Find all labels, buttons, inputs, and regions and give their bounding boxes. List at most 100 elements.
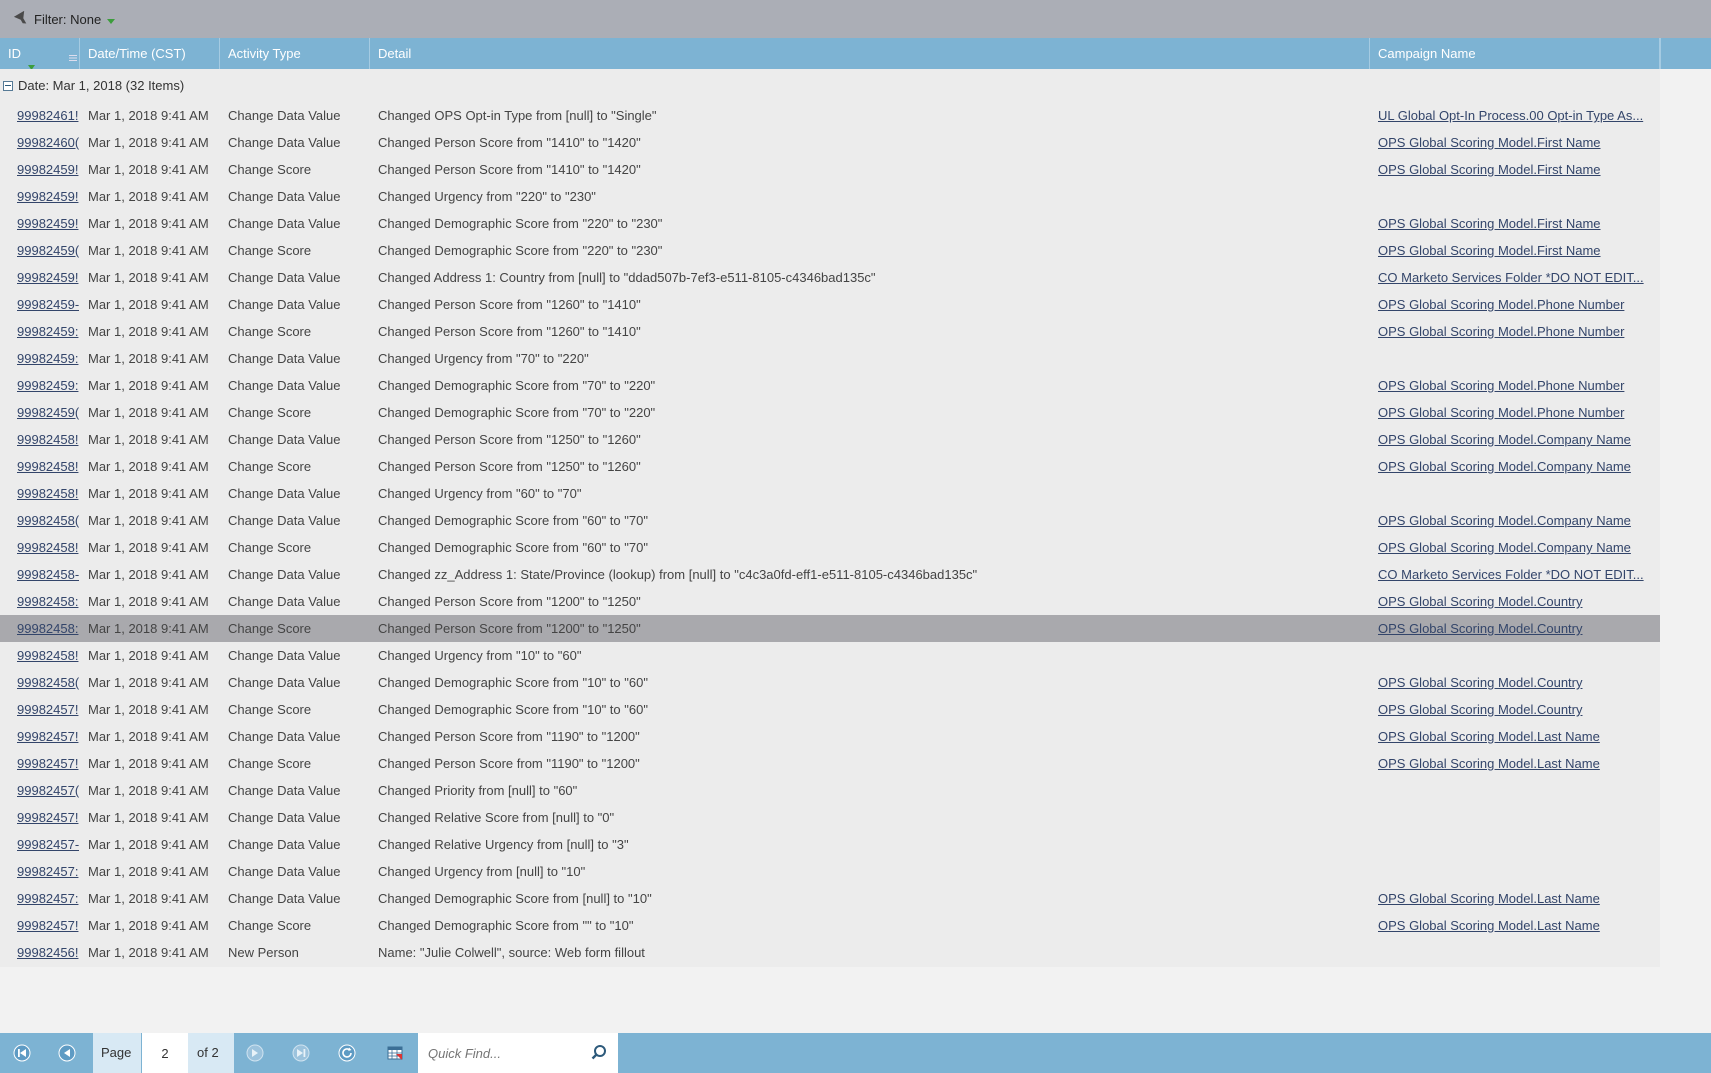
row-id-link[interactable]: 99982459: xyxy=(17,372,79,399)
row-campaign-link[interactable]: OPS Global Scoring Model.First Name xyxy=(1378,210,1650,237)
table-row[interactable]: 99982459! Mar 1, 2018 9:41 AM Change Data … xyxy=(0,210,1660,237)
table-row[interactable]: 99982461! Mar 1, 2018 9:41 AM Change Data … xyxy=(0,102,1660,129)
row-id-link[interactable]: 99982458- xyxy=(17,561,79,588)
table-row[interactable]: 99982456! Mar 1, 2018 9:41 AM New Person Na… xyxy=(0,939,1660,966)
chevron-down-icon[interactable] xyxy=(106,14,116,24)
row-id-link[interactable]: 99982459! xyxy=(17,210,79,237)
table-row[interactable]: 99982457! Mar 1, 2018 9:41 AM Change Data … xyxy=(0,723,1660,750)
prev-page-icon[interactable] xyxy=(58,1044,76,1062)
row-campaign-link[interactable]: OPS Global Scoring Model.Company Name xyxy=(1378,534,1650,561)
row-id-link[interactable]: 99982456! xyxy=(17,939,79,966)
funnel-icon[interactable] xyxy=(13,10,30,27)
row-id-link[interactable]: 99982460( xyxy=(17,129,79,156)
row-id-link[interactable]: 99982458( xyxy=(17,669,79,696)
row-campaign-link[interactable]: OPS Global Scoring Model.First Name xyxy=(1378,237,1650,264)
table-row[interactable]: 99982457: Mar 1, 2018 9:41 AM Change Data … xyxy=(0,885,1660,912)
row-campaign-link[interactable]: OPS Global Scoring Model.Last Name xyxy=(1378,723,1650,750)
row-id-link[interactable]: 99982458: xyxy=(17,588,79,615)
page-number-input[interactable] xyxy=(142,1033,188,1073)
table-row[interactable]: 99982458! Mar 1, 2018 9:41 AM Change Data … xyxy=(0,480,1660,507)
table-row[interactable]: 99982459: Mar 1, 2018 9:41 AM Change Data … xyxy=(0,345,1660,372)
row-id-link[interactable]: 99982459: xyxy=(17,345,79,372)
row-id-link[interactable]: 99982458( xyxy=(17,507,79,534)
row-id-link[interactable]: 99982459( xyxy=(17,399,79,426)
search-icon[interactable] xyxy=(590,1044,608,1062)
row-id-link[interactable]: 99982457- xyxy=(17,831,79,858)
row-campaign-link[interactable]: OPS Global Scoring Model.Country xyxy=(1378,615,1650,642)
column-header-date[interactable]: Date/Time (CST) xyxy=(80,38,220,69)
row-campaign-link[interactable]: OPS Global Scoring Model.First Name xyxy=(1378,156,1650,183)
table-row[interactable]: 99982459! Mar 1, 2018 9:41 AM Change Data … xyxy=(0,183,1660,210)
row-id-link[interactable]: 99982457( xyxy=(17,777,79,804)
table-row[interactable]: 99982458! Mar 1, 2018 9:41 AM Change Score… xyxy=(0,534,1660,561)
collapse-icon[interactable] xyxy=(3,80,13,91)
filter-label[interactable]: Filter: None xyxy=(34,12,101,27)
table-row[interactable]: 99982459(Mar 1, 2018 9:41 AM Change Score… xyxy=(0,237,1660,264)
table-row[interactable]: 99982458- Mar 1, 2018 9:41 AM Change Data … xyxy=(0,561,1660,588)
row-campaign-link[interactable]: UL Global Opt-In Process.00 Opt-in Type … xyxy=(1378,102,1650,129)
row-campaign-link[interactable]: OPS Global Scoring Model.Country xyxy=(1378,669,1650,696)
refresh-icon[interactable] xyxy=(338,1044,356,1062)
row-id-link[interactable]: 99982457! xyxy=(17,723,79,750)
table-row[interactable]: 99982457! Mar 1, 2018 9:41 AM Change Score… xyxy=(0,750,1660,777)
row-campaign-link[interactable]: OPS Global Scoring Model.Phone Number xyxy=(1378,399,1650,426)
table-row[interactable]: 99982459! Mar 1, 2018 9:41 AM Change Score… xyxy=(0,156,1660,183)
table-row[interactable]: 99982457! Mar 1, 2018 9:41 AM Change Score… xyxy=(0,696,1660,723)
table-row[interactable]: 99982459: Mar 1, 2018 9:41 AM Change Data … xyxy=(0,372,1660,399)
table-row[interactable]: 99982459(Mar 1, 2018 9:41 AM Change Score… xyxy=(0,399,1660,426)
row-id-link[interactable]: 99982457: xyxy=(17,858,79,885)
column-menu-icon[interactable] xyxy=(69,41,77,61)
table-row[interactable]: 99982458! Mar 1, 2018 9:41 AM Change Score… xyxy=(0,453,1660,480)
next-page-icon[interactable] xyxy=(246,1044,264,1062)
group-row[interactable]: Date: Mar 1, 2018 (32 Items) xyxy=(0,69,1660,102)
row-id-link[interactable]: 99982458! xyxy=(17,480,79,507)
row-campaign-link[interactable]: OPS Global Scoring Model.Country xyxy=(1378,588,1650,615)
row-campaign-link[interactable]: OPS Global Scoring Model.Phone Number xyxy=(1378,318,1650,345)
table-row[interactable]: 99982459- Mar 1, 2018 9:41 AM Change Data … xyxy=(0,291,1660,318)
column-header-campaign[interactable]: Campaign Name xyxy=(1370,38,1660,69)
row-campaign-link[interactable]: OPS Global Scoring Model.Phone Number xyxy=(1378,291,1650,318)
row-campaign-link[interactable]: CO Marketo Services Folder *DO NOT EDIT.… xyxy=(1378,264,1650,291)
table-row[interactable]: 99982459: Mar 1, 2018 9:41 AM Change Score… xyxy=(0,318,1660,345)
row-id-link[interactable]: 99982459- xyxy=(17,291,79,318)
table-row[interactable]: 99982457- Mar 1, 2018 9:41 AM Change Data … xyxy=(0,831,1660,858)
row-campaign-link[interactable]: OPS Global Scoring Model.Company Name xyxy=(1378,426,1650,453)
row-id-link[interactable]: 99982457! xyxy=(17,696,79,723)
row-id-link[interactable]: 99982459: xyxy=(17,318,79,345)
row-id-link[interactable]: 99982461! xyxy=(17,102,79,129)
table-row[interactable]: 99982457! Mar 1, 2018 9:41 AM Change Score… xyxy=(0,912,1660,939)
row-campaign-link[interactable]: OPS Global Scoring Model.First Name xyxy=(1378,129,1650,156)
row-id-link[interactable]: 99982458! xyxy=(17,534,79,561)
row-campaign-link[interactable]: OPS Global Scoring Model.Last Name xyxy=(1378,750,1650,777)
quick-find-input[interactable] xyxy=(418,1033,583,1073)
row-id-link[interactable]: 99982458! xyxy=(17,642,79,669)
table-row[interactable]: 99982458(Mar 1, 2018 9:41 AM Change Data … xyxy=(0,507,1660,534)
table-row[interactable]: 99982458: Mar 1, 2018 9:41 AM Change Score… xyxy=(0,615,1660,642)
table-row[interactable]: 99982458! Mar 1, 2018 9:41 AM Change Data … xyxy=(0,642,1660,669)
row-id-link[interactable]: 99982457! xyxy=(17,912,79,939)
table-row[interactable]: 99982458: Mar 1, 2018 9:41 AM Change Data … xyxy=(0,588,1660,615)
row-campaign-link[interactable]: OPS Global Scoring Model.Last Name xyxy=(1378,885,1650,912)
row-id-link[interactable]: 99982457: xyxy=(17,885,79,912)
row-id-link[interactable]: 99982458! xyxy=(17,453,79,480)
row-id-link[interactable]: 99982459( xyxy=(17,237,79,264)
row-campaign-link[interactable]: OPS Global Scoring Model.Company Name xyxy=(1378,507,1650,534)
last-page-icon[interactable] xyxy=(292,1044,310,1062)
row-campaign-link[interactable]: CO Marketo Services Folder *DO NOT EDIT.… xyxy=(1378,561,1650,588)
row-id-link[interactable]: 99982459! xyxy=(17,183,79,210)
first-page-icon[interactable] xyxy=(13,1044,31,1062)
row-campaign-link[interactable]: OPS Global Scoring Model.Phone Number xyxy=(1378,372,1650,399)
sort-desc-icon[interactable] xyxy=(27,51,35,71)
table-row[interactable]: 99982458(Mar 1, 2018 9:41 AM Change Data … xyxy=(0,669,1660,696)
column-header-id[interactable]: ID xyxy=(0,38,80,71)
table-row[interactable]: 99982460(Mar 1, 2018 9:41 AM Change Data … xyxy=(0,129,1660,156)
column-header-type[interactable]: Activity Type xyxy=(220,38,370,69)
row-id-link[interactable]: 99982457! xyxy=(17,750,79,777)
row-id-link[interactable]: 99982459! xyxy=(17,264,79,291)
export-icon[interactable] xyxy=(386,1044,404,1062)
row-id-link[interactable]: 99982458! xyxy=(17,426,79,453)
row-campaign-link[interactable]: OPS Global Scoring Model.Country xyxy=(1378,696,1650,723)
row-campaign-link[interactable]: OPS Global Scoring Model.Company Name xyxy=(1378,453,1650,480)
table-row[interactable]: 99982457(Mar 1, 2018 9:41 AM Change Data … xyxy=(0,777,1660,804)
table-row[interactable]: 99982457: Mar 1, 2018 9:41 AM Change Data … xyxy=(0,858,1660,885)
